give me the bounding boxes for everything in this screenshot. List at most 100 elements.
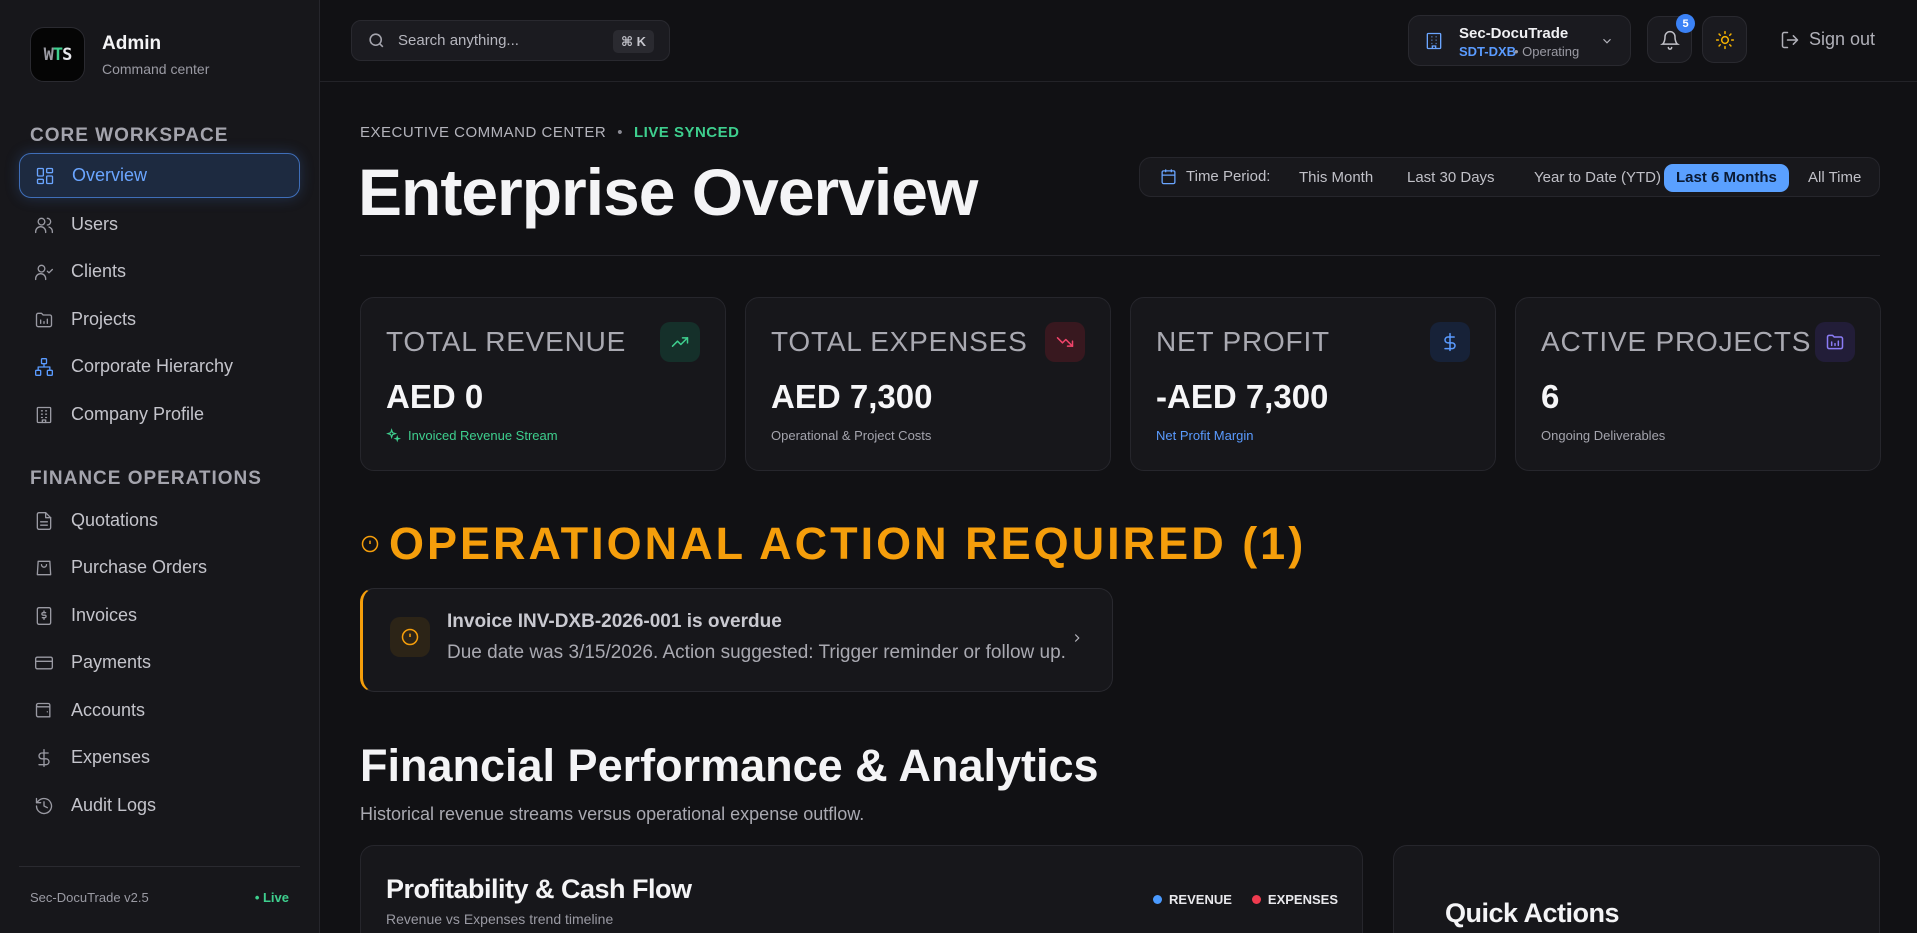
- sidebar-item-label: Expenses: [71, 747, 151, 767]
- profitability-chart-card: Profitability & Cash Flow Revenue vs Exp…: [360, 845, 1363, 933]
- sidebar-item-company-profile[interactable]: Company Profile: [19, 392, 300, 437]
- version-label: Sec-DocuTrade v2.5: [30, 890, 149, 905]
- topbar: Search anything... ⌘ K Sec-DocuTrade SDT…: [320, 0, 1917, 82]
- stat-card-total-revenue[interactable]: TOTAL REVENUE AED 0 Invoiced Revenue Str…: [360, 297, 726, 471]
- sidebar-item-label: Projects: [71, 309, 137, 329]
- quick-actions-title: Quick Actions: [1445, 898, 1620, 928]
- history-icon: [34, 796, 54, 816]
- calendar-icon: [1161, 169, 1176, 185]
- sidebar-item-label: Overview: [72, 165, 148, 185]
- theme-toggle-button[interactable]: [1702, 16, 1747, 63]
- sidebar-item-label: Audit Logs: [71, 795, 157, 815]
- invoice-icon: [34, 606, 54, 626]
- eyebrow: EXECUTIVE COMMAND CENTER • LIVE SYNCED: [360, 124, 740, 141]
- page-title: Enterprise Overview: [358, 155, 978, 229]
- sign-out-button[interactable]: Sign out: [1780, 29, 1875, 50]
- log-out-icon: [1781, 31, 1799, 48]
- sidebar-item-corporate-hierarchy[interactable]: Corporate Hierarchy: [19, 344, 300, 389]
- sidebar-item-audit-logs[interactable]: Audit Logs: [19, 783, 300, 828]
- search-input[interactable]: Search anything... ⌘ K: [351, 20, 670, 61]
- chart-legend: REVENUE EXPENSES: [1133, 892, 1338, 907]
- org-status: • Operating: [1514, 44, 1580, 59]
- search-icon: [369, 33, 384, 48]
- sun-icon: [1715, 30, 1734, 49]
- folder-icon: [1815, 322, 1855, 362]
- shopping-bag-icon: [34, 558, 54, 578]
- section-label-core: CORE WORKSPACE: [30, 125, 229, 146]
- sidebar-divider: [19, 866, 300, 867]
- brand-title: Admin: [102, 32, 162, 54]
- grid-icon: [35, 166, 55, 186]
- sidebar-item-label: Purchase Orders: [71, 557, 208, 577]
- bell-icon: [1659, 30, 1680, 50]
- sync-status: LIVE SYNCED: [633, 124, 740, 141]
- sidebar-item-payments[interactable]: Payments: [19, 640, 300, 685]
- alert-description: Due date was 3/15/2026. Action suggested…: [447, 642, 1066, 663]
- analytics-subtitle: Historical revenue streams versus operat…: [360, 804, 865, 824]
- chart-title: Profitability & Cash Flow: [386, 874, 692, 904]
- live-status: • Live: [254, 890, 289, 905]
- sidebar-item-label: Accounts: [71, 700, 146, 720]
- brand[interactable]: WTS Admin Command center: [30, 27, 209, 82]
- sidebar-item-accounts[interactable]: Accounts: [19, 688, 300, 733]
- sidebar-item-invoices[interactable]: Invoices: [19, 593, 300, 638]
- time-period-selector: Time Period: This Month Last 30 Days Yea…: [1139, 157, 1880, 197]
- period-option-this-month[interactable]: This Month: [1287, 164, 1385, 192]
- alert-item-overdue-invoice[interactable]: Invoice INV-DXB-2026-001 is overdue Due …: [360, 588, 1113, 692]
- sidebar-item-projects[interactable]: Projects: [19, 297, 300, 342]
- building-icon: [1424, 31, 1444, 51]
- alerts-heading: OPERATIONAL ACTION REQUIRED (1): [360, 518, 1306, 570]
- time-period-label: Time Period:: [1160, 168, 1270, 185]
- section-label-finance: FINANCE OPERATIONS: [30, 468, 262, 489]
- sidebar-item-expenses[interactable]: Expenses: [19, 735, 300, 780]
- sidebar-item-overview[interactable]: Overview: [19, 153, 300, 198]
- alert-circle-icon: [390, 617, 430, 657]
- sidebar-item-purchase-orders[interactable]: Purchase Orders: [19, 545, 300, 590]
- stat-card-net-profit[interactable]: NET PROFIT -AED 7,300 Net Profit Margin: [1130, 297, 1496, 471]
- organization-switcher[interactable]: Sec-DocuTrade SDT-DXB • Operating: [1408, 15, 1631, 66]
- sidebar-item-clients[interactable]: Clients: [19, 249, 300, 294]
- stat-card-active-projects[interactable]: ACTIVE PROJECTS 6 Ongoing Deliverables: [1515, 297, 1881, 471]
- sidebar-item-label: Invoices: [71, 605, 138, 625]
- search-shortcut: ⌘ K: [612, 30, 654, 53]
- logo: WTS: [30, 27, 85, 82]
- sidebar-item-label: Clients: [71, 261, 127, 281]
- trending-down-icon: [1045, 322, 1085, 362]
- org-code: SDT-DXB: [1459, 44, 1517, 59]
- network-icon: [34, 357, 54, 377]
- sidebar: WTS Admin Command center CORE WORKSPACE …: [0, 0, 320, 933]
- search-placeholder: Search anything...: [398, 32, 519, 49]
- period-option-last-6-months[interactable]: Last 6 Months: [1664, 164, 1789, 192]
- folder-icon: [34, 310, 54, 330]
- wallet-icon: [34, 701, 54, 721]
- credit-card-icon: [34, 653, 54, 673]
- alert-title: Invoice INV-DXB-2026-001 is overdue: [447, 611, 782, 632]
- stat-card-total-expenses[interactable]: TOTAL EXPENSES AED 7,300 Operational & P…: [745, 297, 1111, 471]
- sparkles-icon: [386, 428, 401, 443]
- notification-badge: 5: [1676, 14, 1695, 33]
- document-icon: [34, 511, 54, 531]
- sidebar-item-label: Company Profile: [71, 404, 205, 424]
- sidebar-item-quotations[interactable]: Quotations: [19, 498, 300, 543]
- users-icon: [34, 215, 54, 235]
- quick-actions-card: Quick Actions: [1393, 845, 1880, 933]
- period-option-all-time[interactable]: All Time: [1796, 164, 1873, 192]
- dollar-icon: [1430, 322, 1470, 362]
- legend-item-expenses[interactable]: EXPENSES: [1251, 892, 1338, 907]
- sidebar-item-label: Corporate Hierarchy: [71, 356, 234, 376]
- chevron-right-icon: [1070, 631, 1084, 650]
- sidebar-item-label: Users: [71, 214, 119, 234]
- divider: [360, 255, 1880, 256]
- chart-subtitle: Revenue vs Expenses trend timeline: [386, 911, 614, 927]
- alert-circle-icon: [361, 535, 379, 553]
- trending-up-icon: [660, 322, 700, 362]
- period-option-ytd[interactable]: Year to Date (YTD): [1522, 164, 1673, 192]
- sidebar-item-label: Quotations: [71, 510, 159, 530]
- building-icon: [34, 405, 54, 425]
- chevron-down-icon: [1600, 34, 1614, 53]
- user-check-icon: [34, 262, 54, 282]
- legend-item-revenue[interactable]: REVENUE: [1153, 892, 1232, 907]
- brand-subtitle: Command center: [102, 60, 210, 77]
- period-option-last-30-days[interactable]: Last 30 Days: [1395, 164, 1507, 192]
- sidebar-item-users[interactable]: Users: [19, 202, 300, 247]
